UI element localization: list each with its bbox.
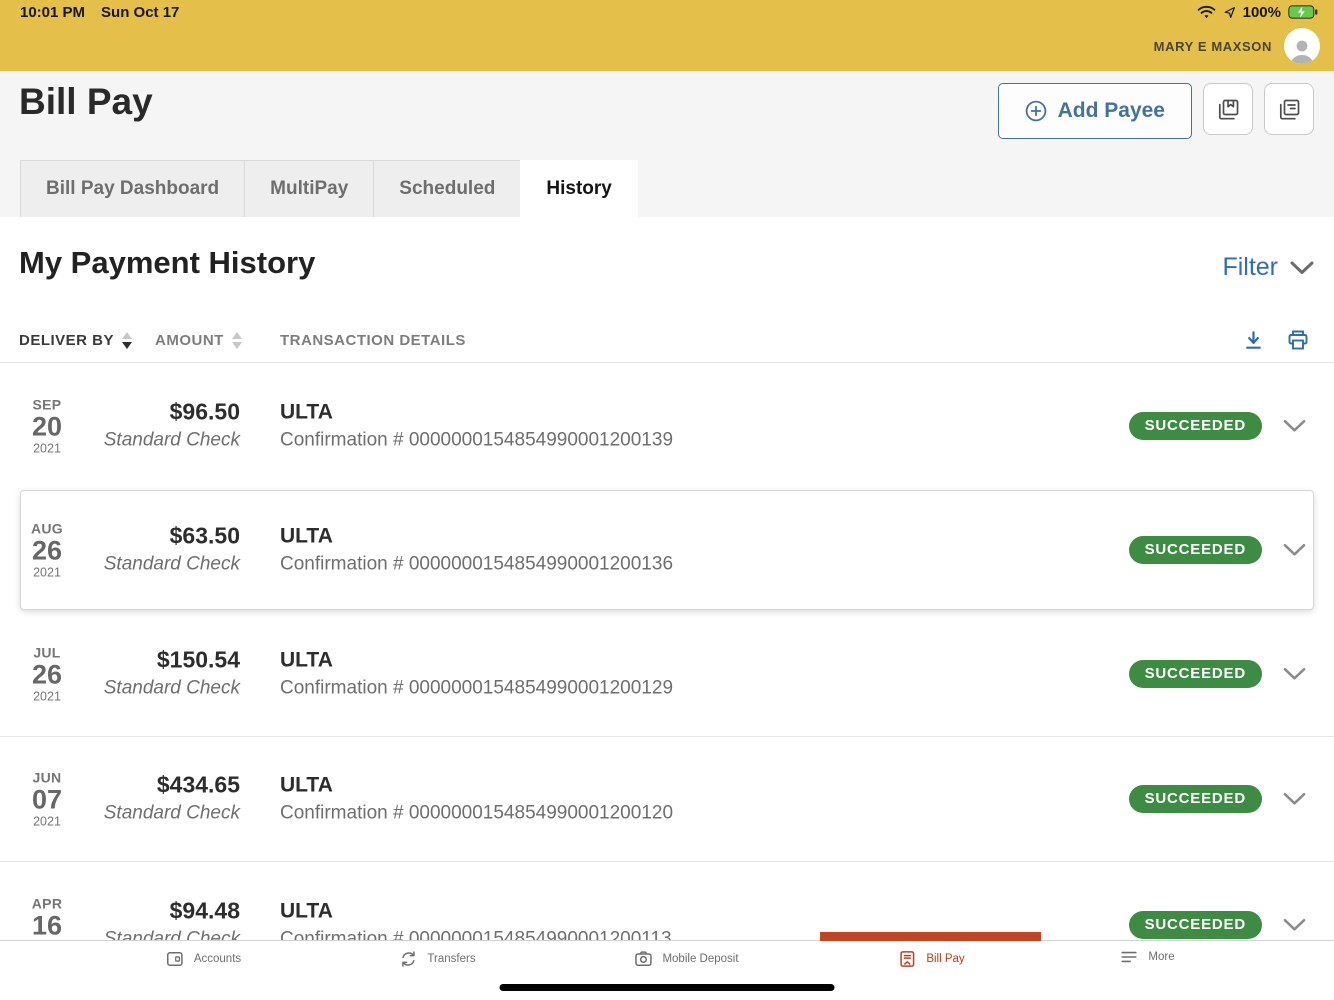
column-transaction-details: TRANSACTION DETAILS: [280, 317, 466, 363]
tab-bar: Bill Pay Dashboard MultiPay Scheduled Hi…: [20, 160, 637, 217]
payment-amount: $63.50: [80, 522, 240, 551]
page-title: Bill Pay: [19, 81, 153, 123]
payment-amount: $434.65: [80, 771, 240, 800]
top-band: 10:01 PM Sun Oct 17 100% MARY E MAXSON: [0, 0, 1334, 71]
status-bar: 10:01 PM Sun Oct 17 100%: [0, 0, 1334, 24]
payment-amount: $94.48: [80, 897, 240, 926]
tab-bill-pay-dashboard[interactable]: Bill Pay Dashboard: [20, 160, 245, 217]
payee-name: ULTA: [280, 771, 673, 800]
home-indicator[interactable]: [500, 984, 835, 991]
payee-name: ULTA: [280, 522, 673, 551]
avatar[interactable]: [1284, 28, 1320, 64]
filter-button[interactable]: Filter: [1222, 253, 1314, 282]
nav-bill-pay[interactable]: Bill Pay: [897, 949, 964, 969]
plus-circle-icon: [1025, 100, 1047, 122]
confirmation-number: Confirmation # 0000000154854990001200136: [280, 551, 673, 579]
payment-row[interactable]: AUG 26 2021 $63.50 Standard Check ULTA C…: [0, 489, 1334, 611]
chevron-down-icon[interactable]: [1283, 543, 1306, 557]
tab-history[interactable]: History: [520, 160, 637, 217]
payment-row[interactable]: JUN 07 2021 $434.65 Standard Check ULTA …: [0, 737, 1334, 862]
user-name: MARY E MAXSON: [1154, 39, 1272, 54]
active-tab-indicator: [820, 932, 1041, 941]
documents-button[interactable]: [1264, 83, 1314, 135]
payment-method: Standard Check: [80, 674, 240, 702]
bottom-nav: Accounts Transfers Mobile Deposit Bill P…: [0, 940, 1334, 1000]
nav-accounts[interactable]: Accounts: [165, 949, 241, 969]
add-payee-button[interactable]: Add Payee: [998, 83, 1192, 139]
payment-method: Standard Check: [80, 427, 240, 455]
status-badge: SUCCEEDED: [1129, 911, 1262, 939]
card-icon: [165, 949, 185, 969]
status-badge: SUCCEEDED: [1129, 536, 1262, 564]
payee-name: ULTA: [280, 398, 673, 427]
deliver-date: JUL 26 2021: [24, 644, 70, 703]
payment-rows: SEP 20 2021 $96.50 Standard Check ULTA C…: [0, 363, 1334, 988]
nav-transfers[interactable]: Transfers: [398, 949, 475, 969]
payment-method: Standard Check: [80, 551, 240, 579]
payment-row[interactable]: JUL 26 2021 $150.54 Standard Check ULTA …: [0, 611, 1334, 737]
sort-arrows-icon: [232, 332, 242, 349]
bill-receipt-icon: [897, 949, 917, 969]
payment-method: Standard Check: [80, 800, 240, 828]
status-badge: SUCCEEDED: [1129, 412, 1262, 440]
wifi-icon: [1197, 5, 1216, 19]
sort-deliver-by[interactable]: DELIVER BY: [19, 317, 132, 363]
chevron-down-icon[interactable]: [1283, 918, 1306, 932]
table-header: DELIVER BY AMOUNT TRANSACTION DETAILS: [0, 317, 1334, 363]
section-title: My Payment History: [19, 245, 315, 281]
print-icon[interactable]: [1286, 328, 1310, 352]
payment-amount: $96.50: [80, 398, 240, 427]
deliver-date: AUG 26 2021: [24, 521, 70, 580]
clock-time: 10:01 PM: [20, 4, 85, 21]
confirmation-number: Confirmation # 0000000154854990001200139: [280, 427, 673, 455]
confirmation-number: Confirmation # 0000000154854990001200120: [280, 800, 673, 828]
camera-icon: [633, 949, 653, 969]
download-icon[interactable]: [1242, 329, 1265, 352]
tab-multipay[interactable]: MultiPay: [244, 160, 374, 217]
nav-more[interactable]: More: [1119, 949, 1174, 965]
chevron-down-icon[interactable]: [1283, 667, 1306, 681]
filter-label: Filter: [1222, 253, 1278, 282]
payee-name: ULTA: [280, 645, 673, 674]
payees-book-button[interactable]: [1203, 83, 1253, 135]
nav-mobile-deposit[interactable]: Mobile Deposit: [633, 949, 738, 969]
page-header: Bill Pay Add Payee Bill Pay Dashboard Mu…: [0, 71, 1334, 217]
more-lines-icon: [1119, 949, 1139, 965]
battery-percent: 100%: [1243, 4, 1281, 21]
payment-amount: $150.54: [80, 645, 240, 674]
status-badge: SUCCEEDED: [1129, 660, 1262, 688]
transfer-arrows-icon: [398, 949, 418, 969]
battery-charging-icon: [1288, 5, 1318, 19]
payment-row[interactable]: SEP 20 2021 $96.50 Standard Check ULTA C…: [0, 363, 1334, 489]
sort-amount[interactable]: AMOUNT: [155, 317, 242, 363]
payees-book-icon: [1215, 96, 1242, 123]
history-panel: My Payment History Filter DELIVER BY AMO…: [0, 217, 1334, 1000]
chevron-down-icon[interactable]: [1283, 792, 1306, 806]
sort-arrows-icon: [122, 332, 132, 349]
chevron-down-icon[interactable]: [1283, 419, 1306, 433]
location-icon: [1223, 6, 1236, 19]
confirmation-number: Confirmation # 0000000154854990001200129: [280, 674, 673, 702]
documents-icon: [1276, 96, 1303, 123]
status-badge: SUCCEEDED: [1129, 785, 1262, 813]
clock-date: Sun Oct 17: [101, 4, 179, 21]
deliver-date: JUN 07 2021: [24, 770, 70, 829]
chevron-down-icon: [1290, 261, 1314, 275]
tab-scheduled[interactable]: Scheduled: [373, 160, 521, 217]
deliver-date: SEP 20 2021: [24, 397, 70, 456]
payee-name: ULTA: [280, 897, 672, 926]
